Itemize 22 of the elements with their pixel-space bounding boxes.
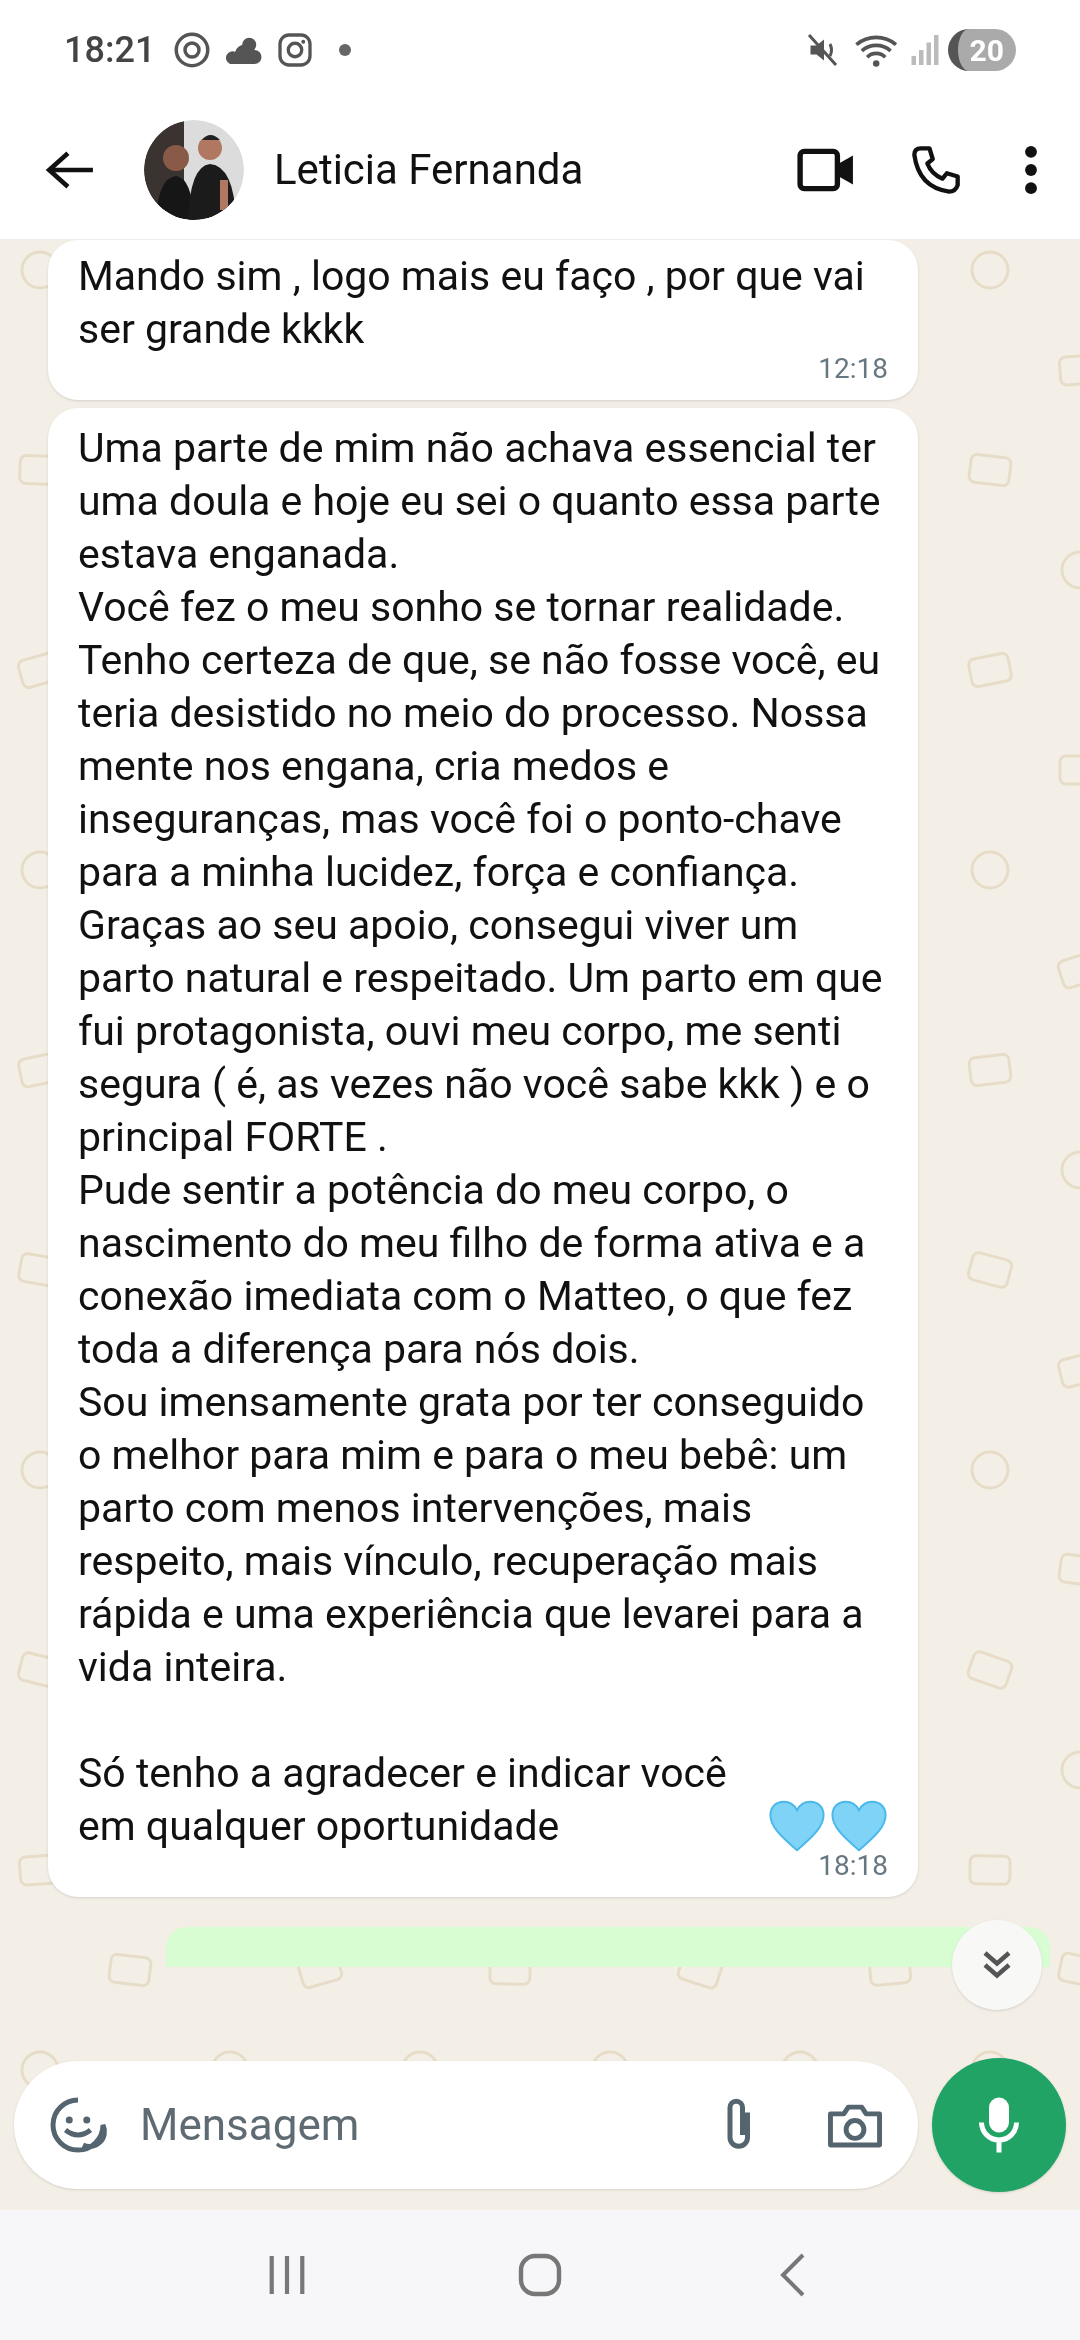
instagram-icon <box>277 32 314 68</box>
message-text: Só tenho a agradecer e indicar você em qualquer oportunidade <box>78 1748 728 1852</box>
sticker-icon <box>48 2095 108 2155</box>
message-text: Uma parte de mim não achava essencial ter uma doula e hoje eu sei o quanto essa parte estava enganada. <box>78 423 882 580</box>
message-input[interactable]: Mensagem <box>140 2092 720 2158</box>
message-text: Sou imensamente grata por ter conseguido o melhor para mim e para o meu bebê: um parto com menos intervenções, mais respeito, mais vínculo, recuperação mais rápida e uma experiência que levarei para a vida inteira. <box>78 1377 866 1693</box>
message-text: Você fez o meu sonho se tornar realidade. Tenho certeza de que, se não fosse você, eu teria desistido no meio do processo. Nossa mente nos engana, cria medos e inseguranças, mas você foi o ponto-chave para a minha lucidez, força e confiança. <box>78 582 882 898</box>
message-field[interactable]: Mensagem <box>14 2061 918 2189</box>
back-chevron-icon <box>780 2253 807 2297</box>
video-camera-icon <box>797 146 855 193</box>
message-time: 18:18 <box>818 1848 888 1884</box>
battery-indicator: 20 <box>947 29 1016 71</box>
heart-icon <box>830 1799 888 1853</box>
more-options-icon <box>1024 144 1038 195</box>
heart-icon <box>768 1799 826 1853</box>
message-text: Graças ao seu apoio, consegui viver um parto natural e respeitado. Um parto em que fui protagonista, ouvi meu corpo, me senti segura ( é, as vezes não você sabe kkk ) e o principal FORTE . <box>78 900 884 1163</box>
status-time: 18:21 <box>64 28 156 73</box>
signal-icon <box>909 33 940 67</box>
contact-name[interactable]: Leticia Fernanda <box>274 138 786 201</box>
home-icon <box>518 2253 562 2297</box>
phone-icon <box>910 143 962 196</box>
message-text: Pude sentir a potência do meu corpo, o nascimento do meu filho de forma ativa e a conexão imediata com o Matteo, o que fez toda a diferença para nós dois. <box>78 1165 867 1375</box>
